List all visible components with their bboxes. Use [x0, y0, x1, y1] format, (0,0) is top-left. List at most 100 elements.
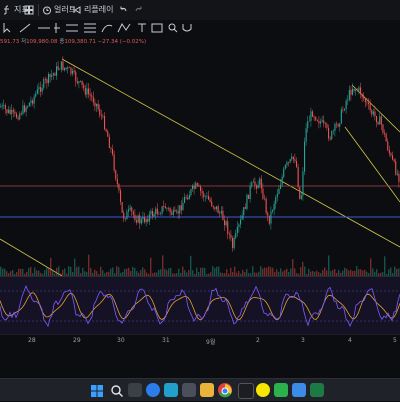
candle-body	[307, 121, 309, 129]
candle-body	[163, 206, 165, 207]
candle-body	[337, 124, 339, 127]
candle-body	[281, 176, 283, 185]
volume-bar	[100, 266, 102, 276]
candle-body	[86, 88, 88, 95]
volume-bar	[292, 259, 294, 276]
candle-body	[128, 209, 130, 212]
candle-body	[304, 141, 306, 172]
undo-button[interactable]	[118, 3, 128, 17]
volume-bar	[168, 268, 170, 276]
candle-body	[310, 111, 312, 121]
settings-icon[interactable]	[182, 383, 196, 397]
replay-button[interactable]: 리플레이	[72, 3, 113, 17]
brush-tool-icon[interactable]	[101, 24, 113, 33]
folder-icon[interactable]	[200, 383, 214, 397]
pattern-tool-icon[interactable]	[117, 23, 131, 33]
candle-body	[20, 113, 22, 114]
redo-button[interactable]	[134, 3, 144, 17]
candle-body	[380, 116, 382, 125]
candle-body	[166, 208, 168, 209]
candle-body	[41, 87, 43, 92]
candle-body	[259, 178, 261, 185]
candle-body	[382, 124, 384, 133]
alerts-button[interactable]: 얼러트	[42, 3, 76, 17]
candle-body	[46, 79, 48, 83]
fib-tool-icon[interactable]	[84, 23, 96, 33]
candle-body	[211, 201, 213, 207]
time-axis[interactable]: 28 29 30 31 9월 2 3 4 5	[0, 334, 400, 349]
volume-bar	[30, 266, 32, 276]
candle-body	[219, 213, 221, 214]
oscillator-canvas[interactable]	[0, 277, 400, 335]
candle-body	[100, 115, 102, 116]
candle-body	[390, 153, 392, 156]
candle-body	[24, 105, 26, 112]
app-icon[interactable]	[292, 383, 306, 397]
candle-body	[179, 205, 181, 214]
text-tool-icon[interactable]	[138, 23, 146, 32]
candle-body	[265, 198, 267, 213]
candle-body	[76, 81, 78, 84]
store-icon[interactable]	[164, 383, 178, 397]
candle-body	[294, 159, 296, 162]
volume-bar	[22, 268, 24, 276]
kakaotalk-icon[interactable]	[256, 383, 270, 397]
app-icon[interactable]	[274, 383, 288, 397]
candle-body	[65, 67, 67, 69]
volume-bar	[118, 267, 120, 276]
volume-bar	[376, 269, 378, 276]
volume-bar	[344, 267, 346, 276]
price-chart[interactable]	[0, 47, 400, 277]
candle-body	[9, 109, 11, 115]
trendline[interactable]	[344, 126, 400, 203]
time-axis-label: 28	[28, 337, 36, 344]
candle-body	[364, 98, 366, 103]
candle-body	[172, 209, 174, 215]
oscillator-pane[interactable]	[0, 276, 400, 335]
candle-body	[377, 122, 379, 125]
measure-tool-icon[interactable]	[151, 23, 163, 33]
volume-bar	[270, 267, 272, 276]
price-chart-canvas[interactable]	[0, 47, 400, 277]
candle-body	[292, 156, 294, 160]
candle-body	[369, 103, 371, 111]
tradingview-icon[interactable]	[238, 383, 254, 399]
zoom-tool-icon[interactable]	[168, 23, 178, 33]
vertical-line-tool-icon[interactable]	[54, 23, 60, 33]
candle-body	[232, 237, 234, 248]
volume-bar	[324, 267, 326, 276]
time-axis-label: 29	[73, 337, 81, 344]
top-toolbar: 지표 얼러트 리플레이	[0, 0, 400, 21]
trendline-tool-icon[interactable]	[19, 23, 31, 33]
trendline[interactable]	[351, 84, 400, 133]
search-icon[interactable]	[110, 383, 124, 397]
chrome-icon[interactable]	[218, 383, 232, 398]
candle-body	[273, 204, 275, 211]
volume-bar	[200, 267, 202, 276]
low-value: 109,980.08	[26, 39, 58, 45]
candle-body	[137, 215, 139, 223]
volume-bar	[276, 269, 278, 276]
task-view-icon[interactable]	[128, 383, 142, 397]
candle-body	[275, 197, 277, 205]
windows-start-icon[interactable]	[90, 383, 104, 397]
volume-bar	[252, 266, 254, 276]
candle-body	[200, 186, 202, 192]
candle-body	[97, 103, 99, 110]
candle-body	[54, 73, 56, 76]
candle-body	[142, 216, 144, 220]
candle-body	[182, 202, 184, 211]
candle-body	[208, 195, 210, 200]
layout-button[interactable]	[24, 3, 34, 17]
magnet-tool-icon[interactable]	[182, 24, 192, 32]
volume-bar	[70, 266, 72, 276]
volume-bar	[226, 269, 228, 276]
channel-tool-icon[interactable]	[66, 24, 78, 32]
excel-icon[interactable]	[310, 383, 324, 397]
candle-body	[19, 113, 21, 120]
candle-body	[184, 197, 186, 203]
cursor-tool-icon[interactable]	[3, 23, 11, 34]
edge-icon[interactable]	[146, 383, 160, 397]
replay-icon	[73, 6, 81, 14]
volume-bar	[398, 268, 400, 276]
